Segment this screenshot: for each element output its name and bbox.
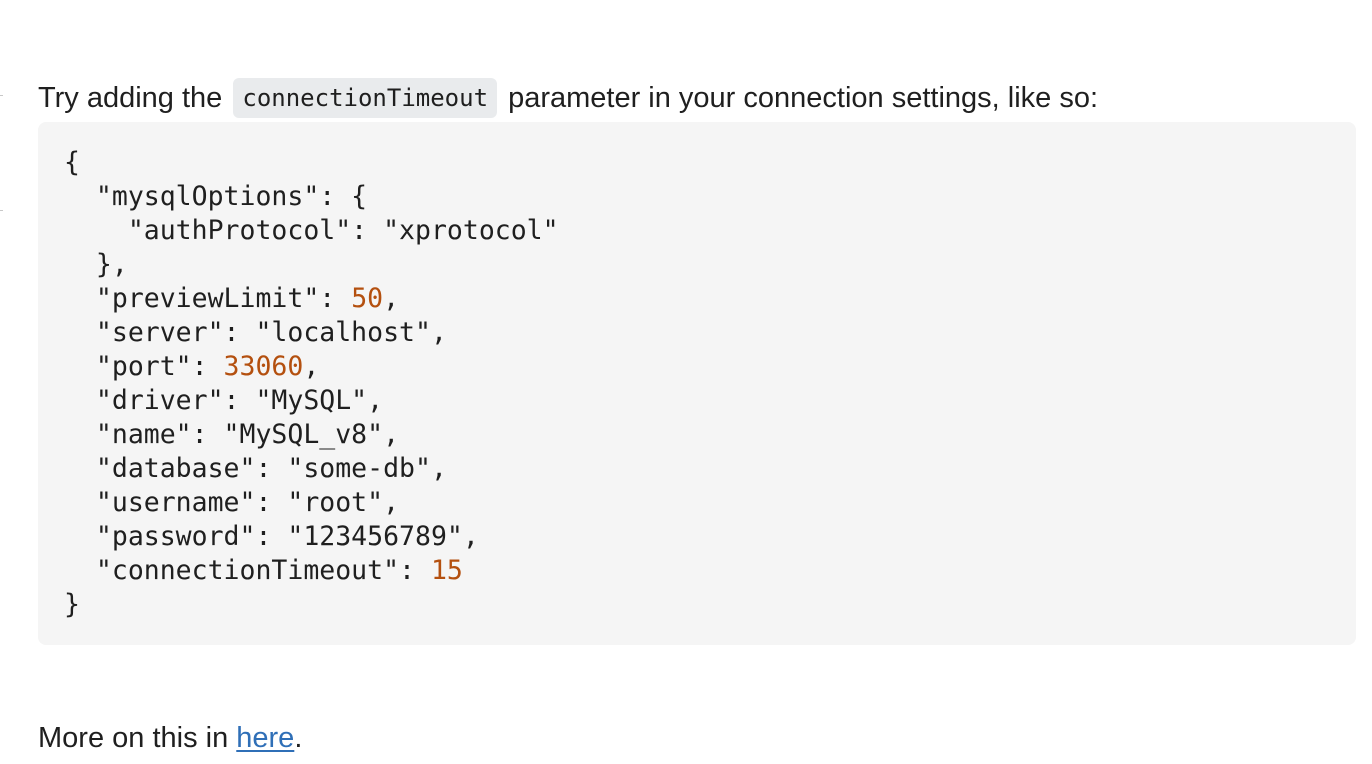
code-line: "authProtocol": "xprotocol"	[64, 215, 559, 246]
number-literal: 50	[351, 283, 384, 314]
intro-text-before: Try adding the	[38, 82, 231, 114]
code-line: "server": "localhost",	[64, 317, 447, 348]
code-block[interactable]: { "mysqlOptions": { "authProtocol": "xpr…	[38, 122, 1356, 645]
outro-text-after: .	[294, 722, 303, 754]
edge-marker	[0, 95, 3, 96]
code-line: "connectionTimeout": 15	[64, 555, 463, 586]
intro-text-after: parameter in your connection settings, l…	[500, 82, 1099, 114]
code-content: { "mysqlOptions": { "authProtocol": "xpr…	[64, 146, 1356, 622]
code-line: "password": "123456789",	[64, 521, 479, 552]
outro-text-before: More on this in	[38, 722, 237, 754]
code-line: "name": "MySQL_v8",	[64, 419, 400, 450]
code-line: }	[64, 589, 80, 620]
outro-paragraph: More on this in here.	[38, 718, 302, 758]
code-line: {	[64, 147, 80, 178]
inline-code-connection-timeout: connectionTimeout	[233, 78, 498, 118]
edge-marker	[0, 210, 3, 211]
code-line: },	[64, 249, 128, 280]
code-line: "database": "some-db",	[64, 453, 447, 484]
here-link[interactable]: here	[236, 722, 294, 754]
number-literal: 33060	[223, 351, 304, 382]
intro-paragraph: Try adding the connectionTimeout paramet…	[38, 78, 1098, 118]
code-line: "previewLimit": 50,	[64, 283, 400, 314]
code-line: "driver": "MySQL",	[64, 385, 384, 416]
number-literal: 15	[430, 555, 463, 586]
code-line: "mysqlOptions": {	[64, 181, 368, 212]
code-line: "port": 33060,	[64, 351, 320, 382]
code-line: "username": "root",	[64, 487, 400, 518]
